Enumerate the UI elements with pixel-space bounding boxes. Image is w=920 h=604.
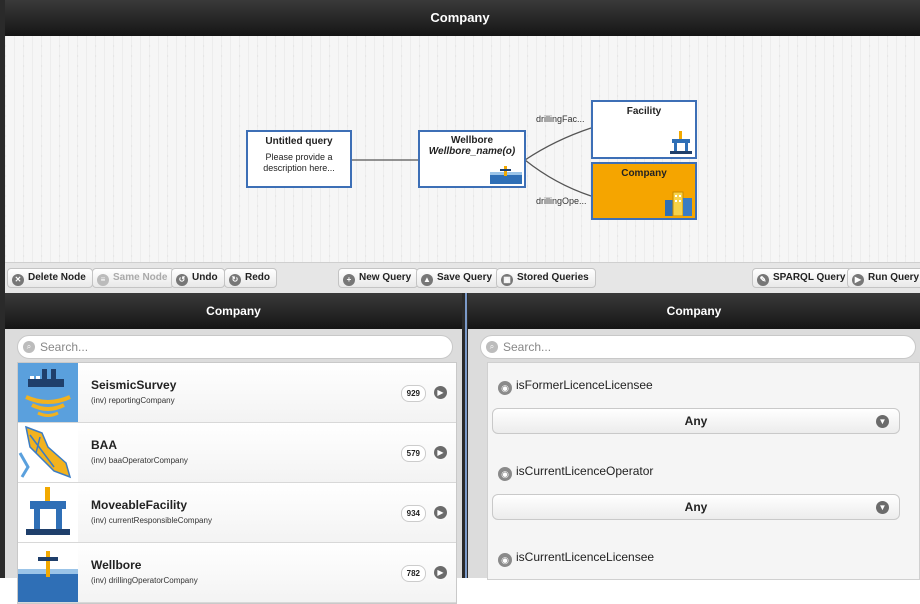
chevron-right-icon[interactable]: ▶	[434, 446, 447, 459]
window-title-bar: Company	[0, 0, 920, 36]
right-search-wrap: ⌕ Search...	[468, 329, 920, 359]
redo-button[interactable]: ↻ Redo	[224, 268, 277, 288]
sparql-query-button[interactable]: ✎ SPARQL Query	[752, 268, 853, 288]
chevron-down-icon: ▼	[876, 501, 889, 514]
wellbore-node[interactable]: Wellbore Wellbore_name(o)	[418, 130, 526, 188]
property-list: ◉ isFormerLicenceLicensee Any ▼ ◉ isCurren…	[487, 362, 920, 580]
play-icon: ▶	[852, 274, 864, 286]
list-item-count: 934	[400, 505, 426, 522]
property-select[interactable]: Any ▼	[492, 408, 900, 434]
redo-label: Redo	[245, 272, 270, 283]
list-item[interactable]: Wellbore (inv) drillingOperatorCompany 7…	[18, 543, 456, 603]
wellbore-node-subtitle: Wellbore_name(o)	[428, 146, 516, 157]
run-query-label: Run Query	[868, 272, 920, 283]
grid-icon: ▦	[501, 274, 513, 286]
undo-icon: ↺	[176, 274, 188, 286]
facility-node-title: Facility	[626, 106, 662, 117]
list-icon: ≡	[97, 274, 109, 286]
same-node-button[interactable]: ≡ Same Node	[92, 268, 175, 288]
query-node[interactable]: Untitled query Please provide a descript…	[246, 130, 352, 188]
property-name: isFormerLicenceLicensee	[516, 378, 653, 392]
oil-rig-icon	[670, 131, 692, 154]
run-query-button[interactable]: ▶ Run Query	[847, 268, 920, 288]
window-title: Company	[430, 10, 490, 25]
right-search-placeholder: Search...	[503, 340, 552, 354]
sparql-query-label: SPARQL Query	[773, 272, 846, 283]
list-item[interactable]: SeismicSurvey (inv) reportingCompany 929…	[18, 363, 456, 423]
left-panel-title: Company	[5, 293, 462, 329]
list-item-relation: (inv) currentResponsibleCompany	[91, 516, 212, 525]
delete-node-label: Delete Node	[28, 272, 86, 283]
property-select[interactable]: Any ▼	[492, 494, 900, 520]
property-name: isCurrentLicenceLicensee	[516, 550, 655, 564]
chevron-down-icon: ▼	[876, 415, 889, 428]
right-panel: Company ⌕ Search... ◉ isFormerLicenceLice…	[468, 293, 920, 580]
list-item-name: SeismicSurvey	[91, 378, 177, 392]
list-item-relation: (inv) baaOperatorCompany	[91, 456, 188, 465]
list-item[interactable]: MoveableFacility (inv) currentResponsibl…	[18, 483, 456, 543]
undo-button[interactable]: ↺ Undo	[171, 268, 225, 288]
concept-list: SeismicSurvey (inv) reportingCompany 929…	[17, 362, 457, 604]
list-item-count: 782	[400, 565, 426, 582]
stored-queries-button[interactable]: ▦ Stored Queries	[496, 268, 596, 288]
company-building-icon	[665, 191, 692, 216]
eye-icon[interactable]: ◉	[498, 553, 512, 567]
save-icon: ▲	[421, 274, 433, 286]
wellbore-node-title: Wellbore	[450, 135, 494, 146]
edge-label-company: drillingOpe...	[536, 196, 587, 206]
query-node-title: Untitled query	[265, 136, 333, 147]
chevron-right-icon[interactable]: ▶	[434, 566, 447, 579]
list-item-count: 929	[400, 385, 426, 402]
left-search-wrap: ⌕ Search...	[5, 329, 462, 359]
left-search-placeholder: Search...	[40, 340, 89, 354]
property-name: isCurrentLicenceOperator	[516, 464, 654, 478]
eye-icon[interactable]: ◉	[498, 467, 512, 481]
list-item-relation: (inv) drillingOperatorCompany	[91, 576, 198, 585]
baa-area-icon	[18, 423, 78, 482]
query-node-description: Please provide a description here...	[263, 152, 335, 173]
property-label[interactable]: ◉ isFormerLicenceLicensee	[498, 378, 653, 395]
wellbore-icon	[490, 166, 522, 184]
list-item-relation: (inv) reportingCompany	[91, 396, 175, 405]
delete-node-button[interactable]: ✕ Delete Node	[7, 268, 93, 288]
seismic-ship-icon	[18, 363, 78, 422]
undo-label: Undo	[192, 272, 218, 283]
search-icon: ⌕	[23, 341, 35, 353]
same-node-label: Same Node	[113, 272, 168, 283]
property-select-value: Any	[684, 500, 708, 514]
oil-rig-icon	[18, 483, 78, 542]
chevron-right-icon[interactable]: ▶	[434, 506, 447, 519]
list-item[interactable]: BAA (inv) baaOperatorCompany 579 ▶	[18, 423, 456, 483]
new-query-label: New Query	[359, 272, 412, 283]
company-node[interactable]: Company	[591, 162, 697, 220]
new-query-button[interactable]: + New Query	[338, 268, 419, 288]
right-panel-title: Company	[468, 293, 920, 329]
left-search-input[interactable]: ⌕ Search...	[17, 335, 453, 359]
eye-icon[interactable]: ◉	[498, 381, 512, 395]
company-node-title: Company	[621, 168, 667, 179]
save-query-button[interactable]: ▲ Save Query	[416, 268, 500, 288]
property-label[interactable]: ◉ isCurrentLicenceLicensee	[498, 550, 654, 567]
list-item-name: BAA	[91, 438, 117, 452]
wellbore-icon	[18, 543, 78, 602]
list-item-count: 579	[400, 445, 426, 462]
pencil-icon: ✎	[757, 274, 769, 286]
property-select-value: Any	[684, 414, 708, 428]
save-query-label: Save Query	[437, 272, 493, 283]
edge-label-facility: drillingFac...	[536, 114, 585, 124]
redo-icon: ↻	[229, 274, 241, 286]
chevron-right-icon[interactable]: ▶	[434, 386, 447, 399]
right-search-input[interactable]: ⌕ Search...	[480, 335, 916, 359]
list-item-name: Wellbore	[91, 558, 142, 572]
graph-toolbar: ✕ Delete Node ≡ Same Node ↺ Undo ↻ Redo + New…	[5, 262, 920, 294]
plus-icon: +	[343, 274, 355, 286]
query-graph-canvas[interactable]: Untitled query Please provide a descript…	[5, 36, 920, 262]
panel-divider-line	[465, 293, 467, 578]
close-icon: ✕	[12, 274, 24, 286]
list-item-name: MoveableFacility	[91, 498, 188, 512]
facility-node[interactable]: Facility	[591, 100, 697, 159]
search-icon: ⌕	[486, 341, 498, 353]
property-label[interactable]: ◉ isCurrentLicenceOperator	[498, 464, 653, 481]
stored-queries-label: Stored Queries	[517, 272, 589, 283]
